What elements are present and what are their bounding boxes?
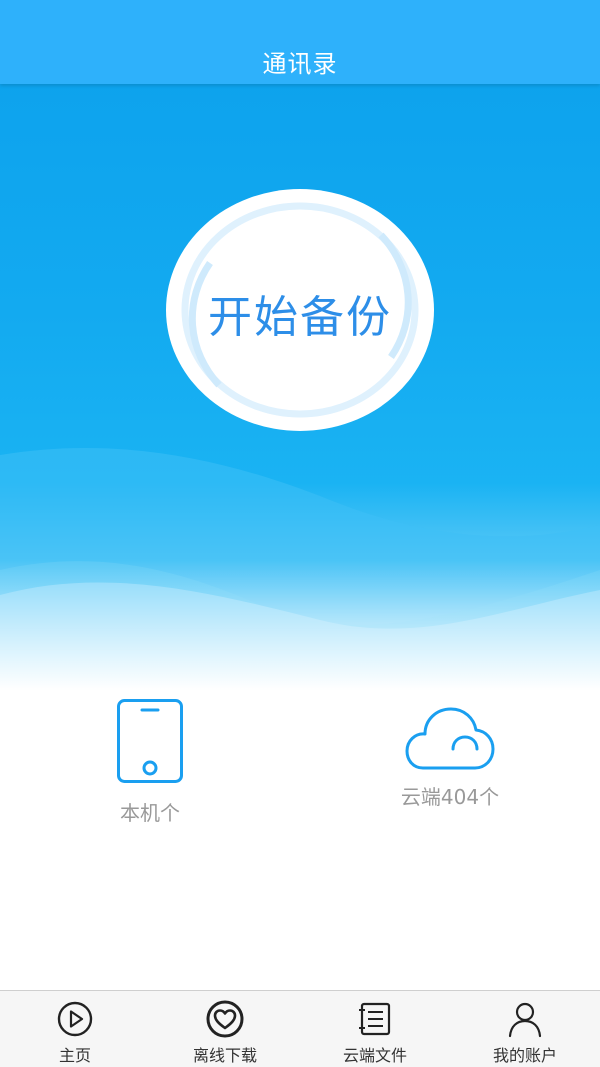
local-label: 本机 [120, 801, 160, 825]
cloud-contacts-text: 云端404个 [370, 781, 530, 810]
nav-label-home: 主页 [58, 1046, 91, 1065]
cloud-icon [405, 707, 495, 770]
nav-label-my-account: 我的账户 [492, 1046, 557, 1065]
local-contacts-stat: 本机个 [90, 698, 210, 826]
local-contacts-text: 本机个 [90, 797, 210, 826]
nav-item-offline-download[interactable]: 离线下载 [150, 991, 300, 1067]
cloud-unit: 个 [479, 785, 500, 809]
bottom-navigation: 主页 离线下载 云端文件 我的账户 [0, 990, 600, 1067]
file-list-icon [359, 1002, 391, 1036]
nav-label-offline-download: 离线下载 [192, 1046, 257, 1065]
heart-circle-icon [206, 1000, 244, 1038]
wave-decoration [0, 447, 600, 690]
page-title: 通讯录 [262, 50, 338, 78]
contacts-backup-screen: 通讯录 开始备份 本机个 云端404个 主页 离线下载 云端文件 我的账户 [0, 0, 600, 1067]
phone-icon [117, 699, 183, 783]
nav-item-my-account[interactable]: 我的账户 [450, 991, 600, 1067]
nav-item-home[interactable]: 主页 [0, 991, 150, 1067]
cloud-count: 404 [440, 785, 480, 809]
user-icon [508, 1002, 542, 1038]
cloud-contacts-stat: 云端404个 [370, 704, 530, 810]
nav-label-cloud-files: 云端文件 [342, 1046, 407, 1065]
start-backup-label: 开始备份 [208, 292, 392, 343]
nav-item-cloud-files[interactable]: 云端文件 [300, 991, 450, 1067]
start-backup-button[interactable]: 开始备份 [166, 189, 434, 431]
top-header: 通讯录 [0, 0, 600, 84]
local-unit: 个 [160, 801, 180, 825]
cloud-label: 云端 [400, 785, 441, 809]
play-circle-icon [57, 1001, 93, 1037]
